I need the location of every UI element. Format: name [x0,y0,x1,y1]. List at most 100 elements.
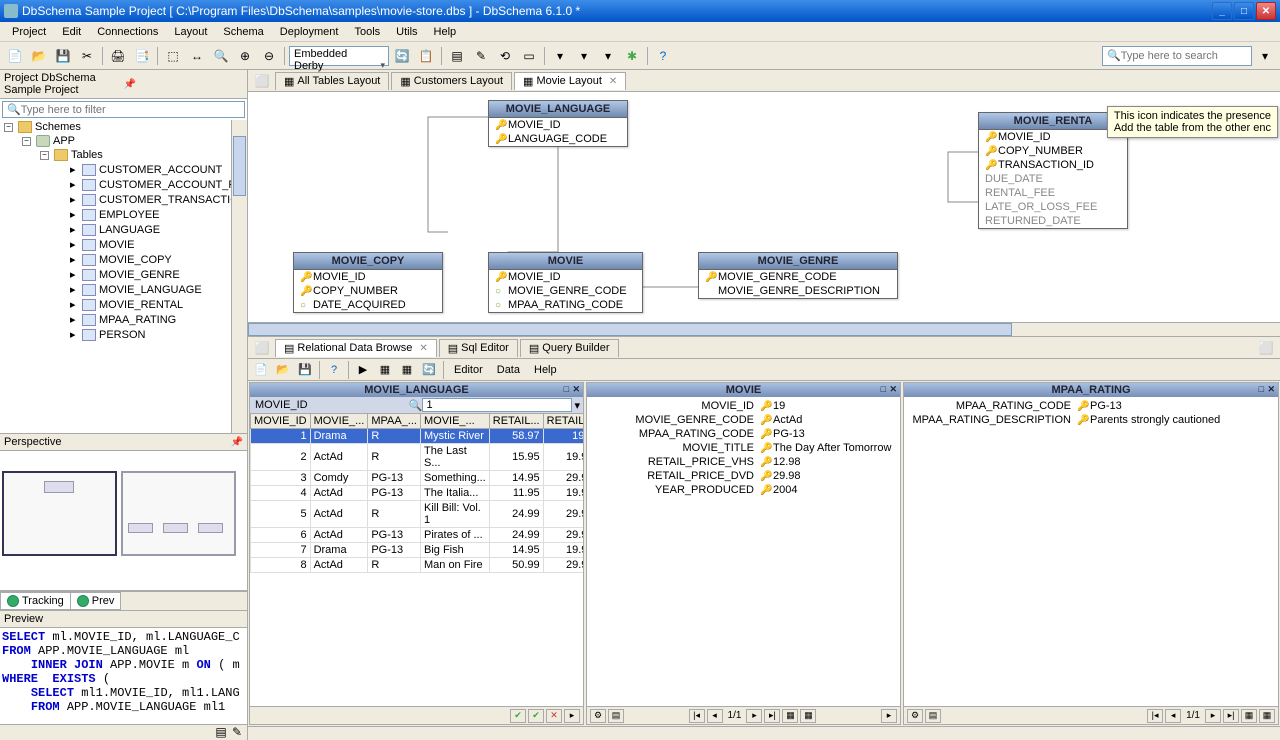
field-value[interactable]: 🔑ActAd [760,414,897,426]
tab-customers[interactable]: ▦Customers Layout [391,72,512,90]
tab-query-builder[interactable]: ▤Query Builder [520,339,619,357]
expand-icon[interactable]: ▸ [70,268,79,281]
tool2-icon[interactable]: ▾ [573,45,595,67]
link-icon[interactable]: ⟲ [494,45,516,67]
panel-close-icon[interactable]: ✕ [1267,384,1275,395]
zoom-out-icon[interactable]: ⊖ [258,45,280,67]
table-row[interactable]: 1DramaRMystic River58.9719.92003 [251,429,584,444]
zoom-in-icon[interactable]: 🔍 [210,45,232,67]
nav-icon[interactable]: ▸ [881,709,897,723]
canvas-h-scrollbar[interactable] [248,322,1280,336]
tree-table-person[interactable]: ▸PERSON [0,327,247,342]
expand-icon[interactable]: ▸ [70,223,79,236]
tab-prev[interactable]: Prev [70,592,122,610]
expand-icon[interactable]: ▸ [70,328,79,341]
ed-grid-icon[interactable]: ▦ [375,360,395,380]
cancel-icon[interactable]: ✕ [546,709,562,723]
maximize-icon[interactable]: ⬜ [251,70,273,92]
link-icon[interactable]: ▤ [925,709,941,723]
table-row[interactable]: 7DramaPG-13Big Fish14.9519.942003 [251,543,584,558]
ed-menu-data[interactable]: Data [491,364,526,376]
ed-help-icon[interactable]: ? [324,360,344,380]
filter-input[interactable] [21,104,240,116]
col-header[interactable]: MOVIE_... [420,414,489,429]
edit-icon[interactable]: ✎ [470,45,492,67]
tree-table-movie_genre[interactable]: ▸MOVIE_GENRE [0,267,247,282]
field-value[interactable]: 🔑PG-13 [760,428,897,440]
nav-next-icon[interactable]: ▸ [1205,709,1221,723]
expand-icon[interactable]: ▸ [70,178,79,191]
expand-icon[interactable]: ▸ [70,238,79,251]
table-movie-genre[interactable]: MOVIE_GENRE 🔑MOVIE_GENRE_CODE MOVIE_GENR… [698,252,898,299]
table-icon[interactable]: ▤ [446,45,468,67]
menu-layout[interactable]: Layout [166,24,215,40]
tab-all-tables[interactable]: ▦All Tables Layout [275,72,389,90]
perspective-panel[interactable] [0,451,247,591]
tool4-icon[interactable]: ✱ [621,45,643,67]
panel-header[interactable]: MOVIE_LANGUAGE□✕ [250,383,583,397]
tree-tables-folder[interactable]: −Tables [0,148,247,162]
ed-open-icon[interactable]: 📂 [273,360,293,380]
schema-icon[interactable]: 📋 [415,45,437,67]
col-header[interactable]: RETAIL... [543,414,583,429]
nav-icon[interactable]: ▸ [564,709,580,723]
tree-table-language[interactable]: ▸LANGUAGE [0,222,247,237]
tree-table-movie_rental[interactable]: ▸MOVIE_RENTAL [0,297,247,312]
tool1-icon[interactable]: ▾ [549,45,571,67]
expand-icon[interactable]: ▸ [70,283,79,296]
zoom-ctrl-icon[interactable]: ⬚ [162,45,184,67]
menu-tools[interactable]: Tools [346,24,388,40]
field-value[interactable]: 🔑29.98 [760,470,897,482]
nav-first-icon[interactable]: |◂ [1147,709,1163,723]
table-row[interactable]: 4ActAdPG-13The Italia...11.9519.992003 [251,486,584,501]
link-icon[interactable]: ▤ [608,709,624,723]
table-movie-language[interactable]: MOVIE_LANGUAGE 🔑MOVIE_ID 🔑LANGUAGE_CODE [488,100,628,147]
field-value[interactable]: 🔑19 [760,400,897,412]
ed-menu-editor[interactable]: Editor [448,364,489,376]
expand-icon[interactable]: ▸ [70,313,79,326]
table-row[interactable]: 3ComdyPG-13Something...14.9529.992003 [251,471,584,486]
menu-deployment[interactable]: Deployment [272,24,347,40]
open-icon[interactable]: 📂 [28,45,50,67]
expand-icon[interactable]: ▸ [70,193,79,206]
tree-table-movie_language[interactable]: ▸MOVIE_LANGUAGE [0,282,247,297]
field-value[interactable]: 🔑2004 [760,484,897,496]
applyall-icon[interactable]: ✔ [528,709,544,723]
filter-box[interactable]: 🔍 [2,101,245,118]
grid1-icon[interactable]: ▦ [782,709,798,723]
menu-utils[interactable]: Utils [388,24,425,40]
project-tree[interactable]: −Schemes −APP −Tables ▸CUSTOMER_ACCOUNT▸… [0,120,247,433]
new-icon[interactable]: 📄 [4,45,26,67]
panel-header[interactable]: MOVIE□✕ [587,383,900,397]
print-icon[interactable]: 🖨 [107,45,129,67]
ed-run-icon[interactable]: ▶ [353,360,373,380]
menu-project[interactable]: Project [4,24,54,40]
col-header[interactable]: MOVIE_... [310,414,368,429]
search-dropdown-icon[interactable]: ▾ [1254,45,1276,67]
nav-next-icon[interactable]: ▸ [746,709,762,723]
panel-close-icon[interactable]: ✕ [572,384,580,395]
grid1-icon[interactable]: ▦ [1241,709,1257,723]
config-icon[interactable]: ⚙ [907,709,923,723]
menu-edit[interactable]: Edit [54,24,89,40]
panel-close-icon[interactable]: ✕ [889,384,897,395]
diagram-canvas[interactable]: MOVIE_LANGUAGE 🔑MOVIE_ID 🔑LANGUAGE_CODE … [248,92,1280,337]
ed-save-icon[interactable]: 💾 [295,360,315,380]
col-header[interactable]: RETAIL... [489,414,543,429]
col-header[interactable]: MPAA_... [368,414,421,429]
field-value[interactable]: 🔑PG-13 [1077,400,1275,412]
expand-icon[interactable]: ▸ [70,298,79,311]
pdf-icon[interactable]: 📑 [131,45,153,67]
search-box[interactable]: 🔍 [1102,46,1252,66]
tree-table-movie_copy[interactable]: ▸MOVIE_COPY [0,252,247,267]
nav-first-icon[interactable]: |◂ [689,709,705,723]
pin-icon[interactable]: 📌 [124,79,244,90]
help-icon[interactable]: ? [652,45,674,67]
refresh-icon[interactable]: 🔄 [391,45,413,67]
field-value[interactable]: 🔑Parents strongly cautioned [1077,414,1275,426]
grid2-icon[interactable]: ▦ [800,709,816,723]
table-row[interactable]: 8ActAdRMan on Fire50.9929.982004 [251,558,584,573]
minimize-button[interactable]: _ [1212,2,1232,20]
tool3-icon[interactable]: ▾ [597,45,619,67]
tab-sql-editor[interactable]: ▤Sql Editor [439,339,518,357]
